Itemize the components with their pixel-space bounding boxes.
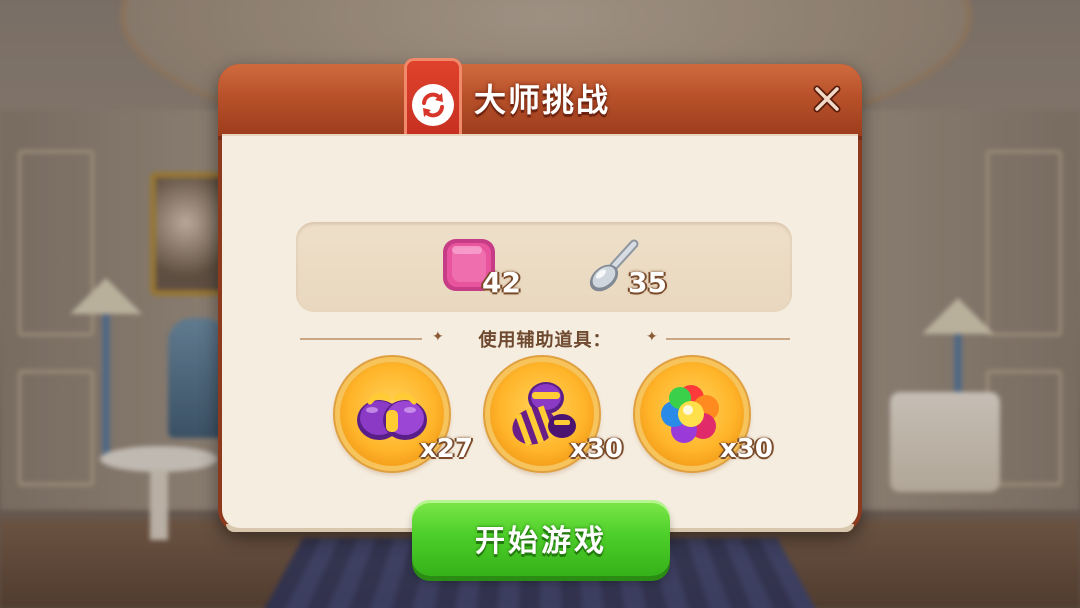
refresh-icon bbox=[412, 84, 454, 126]
booster-striped-candy[interactable]: x30 bbox=[490, 362, 623, 466]
purple-bomb-count: x27 bbox=[420, 434, 473, 464]
striped-candy-count: x30 bbox=[570, 434, 623, 464]
resource-strip: 42 35 bbox=[296, 222, 792, 312]
master-challenge-dialog: 大师挑战 42 35 ✦ 使用辅助道具： ✦ x27 x30 x30 开始游戏 bbox=[218, 58, 862, 576]
pink-tile-count: 42 bbox=[482, 266, 521, 299]
boosters-divider: ✦ 使用辅助道具： ✦ bbox=[300, 326, 790, 352]
close-icon bbox=[813, 85, 841, 113]
resource-pink-tile: 42 bbox=[440, 236, 560, 300]
dialog-title: 大师挑战 bbox=[474, 81, 611, 119]
resource-spoon: 35 bbox=[584, 236, 704, 300]
rainbow-ball-icon bbox=[661, 385, 719, 443]
spoon-count: 35 bbox=[628, 266, 667, 299]
dialog-body: 42 35 ✦ 使用辅助道具： ✦ x27 x30 x30 开始游戏 bbox=[222, 134, 858, 576]
booster-purple-bomb[interactable]: x27 bbox=[340, 362, 473, 466]
start-game-button[interactable]: 开始游戏 bbox=[412, 500, 670, 576]
start-game-label: 开始游戏 bbox=[475, 524, 607, 559]
star-icon: ✦ bbox=[646, 329, 658, 345]
close-button[interactable] bbox=[810, 82, 844, 116]
rainbow-ball-count: x30 bbox=[720, 434, 773, 464]
booster-rainbow-ball[interactable]: x30 bbox=[640, 362, 773, 466]
